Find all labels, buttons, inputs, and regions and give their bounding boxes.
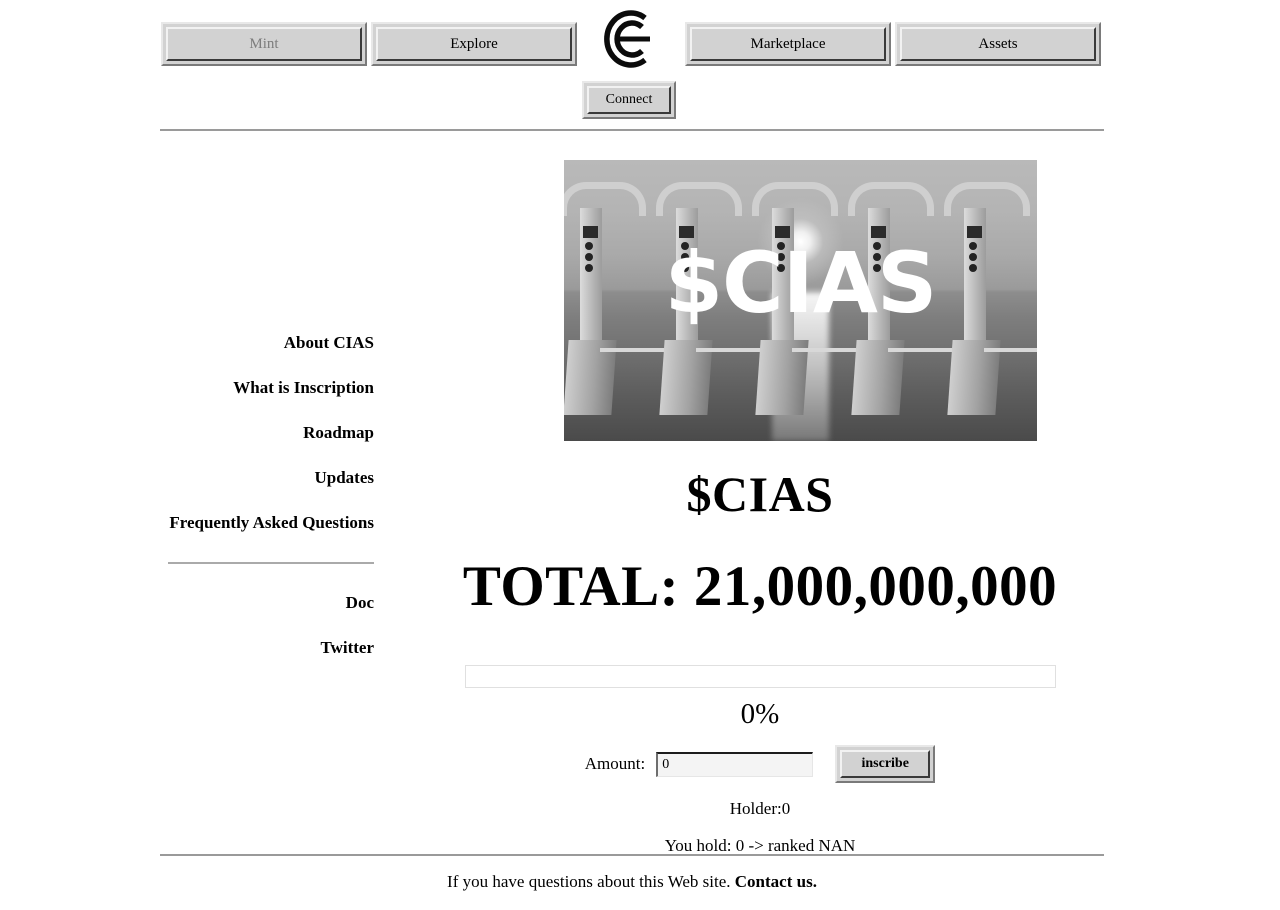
amount-row: Amount: inscribe [400,745,1120,784]
assets-button[interactable]: Assets [900,27,1096,61]
sidebar-item-doc[interactable]: Doc [160,580,374,625]
amount-label: Amount: [584,754,646,774]
total-supply-title: TOTAL: 21,000,000,000 [462,554,1058,618]
amount-input[interactable] [656,751,814,777]
sidebar-item-updates[interactable]: Updates [160,455,374,500]
footer-message: If you have questions about this Web sit… [447,872,731,891]
main-content: $CIAS $CIAS TOTAL: 21,000,000,000 0% Amo… [400,160,1120,856]
footer-text: If you have questions about this Web sit… [160,872,1104,892]
sidebar-navigation: About CIAS What is Inscription Roadmap U… [160,320,374,670]
mint-progress-bar [464,665,1056,689]
holder-count: Holder:0 [729,799,791,819]
sidebar-divider [168,562,374,564]
marketplace-button-label: Marketplace [750,35,826,52]
inscribe-button-frame: inscribe [835,745,936,784]
contact-us-link[interactable]: Contact us. [735,872,817,891]
mint-progress-percent: 0% [740,698,780,731]
marketplace-button-frame: Marketplace [685,22,891,66]
inscribe-button-label: inscribe [861,756,909,772]
assets-button-frame: Assets [895,22,1101,66]
sidebar-item-about-cias[interactable]: About CIAS [160,320,374,365]
inscribe-button[interactable]: inscribe [840,750,931,779]
sidebar-item-twitter[interactable]: Twitter [160,625,375,670]
footer-divider [160,854,1104,856]
connect-button-label: Connect [605,92,653,107]
cias-monogram-icon[interactable] [598,8,660,70]
top-navigation-bar: Mint Explore Marketplace Assets Connect [0,0,1280,131]
explore-button[interactable]: Explore [376,27,572,61]
token-title: $CIAS [686,466,834,522]
mint-button-frame: Mint [161,22,367,66]
nav-group-left: Mint Explore [161,22,577,66]
marketplace-button[interactable]: Marketplace [690,27,886,61]
hero-banner-image: $CIAS [564,160,1037,441]
explore-button-label: Explore [450,35,498,52]
mint-button[interactable]: Mint [166,27,362,61]
sidebar-item-faq[interactable]: Frequently Asked Questions [160,500,374,545]
assets-button-label: Assets [978,35,1018,52]
mint-button-label: Mint [249,35,279,52]
sidebar-item-roadmap[interactable]: Roadmap [160,410,374,455]
sidebar-item-what-is-inscription[interactable]: What is Inscription [160,365,374,410]
nav-group-right: Marketplace Assets [685,22,1101,66]
header-divider [160,129,1104,131]
connect-button[interactable]: Connect [587,86,671,114]
hero-overlay-title: $CIAS [664,234,938,333]
explore-button-frame: Explore [371,22,577,66]
connect-button-frame: Connect [582,81,676,119]
